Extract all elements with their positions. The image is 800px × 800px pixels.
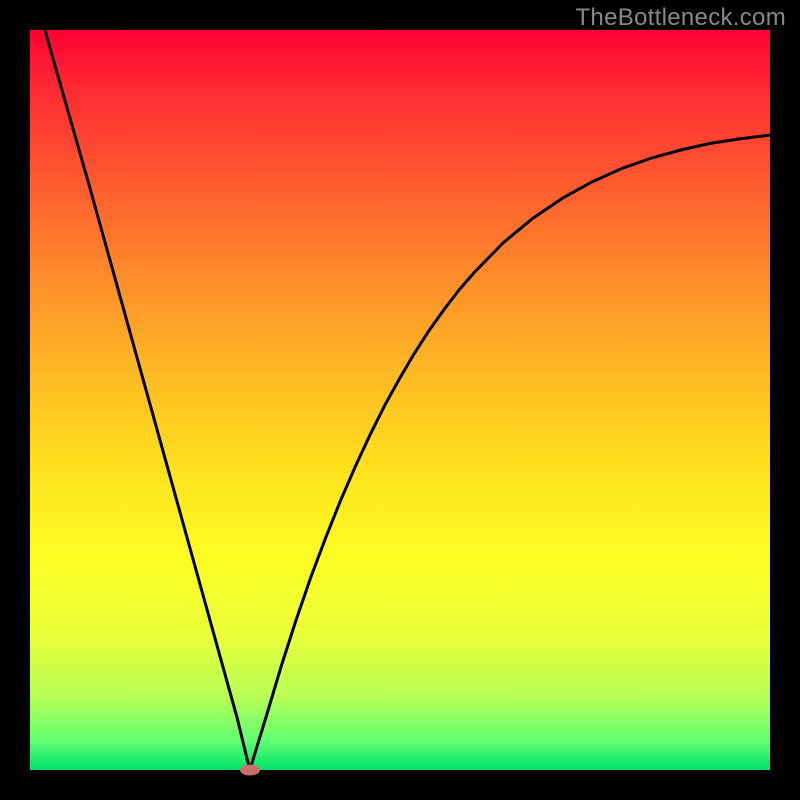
- chart-container: TheBottleneck.com: [0, 0, 800, 800]
- minimum-marker: [240, 765, 260, 776]
- watermark-text: TheBottleneck.com: [575, 4, 786, 32]
- plot-area: [30, 30, 770, 770]
- curve-svg: [30, 30, 770, 770]
- bottleneck-curve: [45, 30, 770, 770]
